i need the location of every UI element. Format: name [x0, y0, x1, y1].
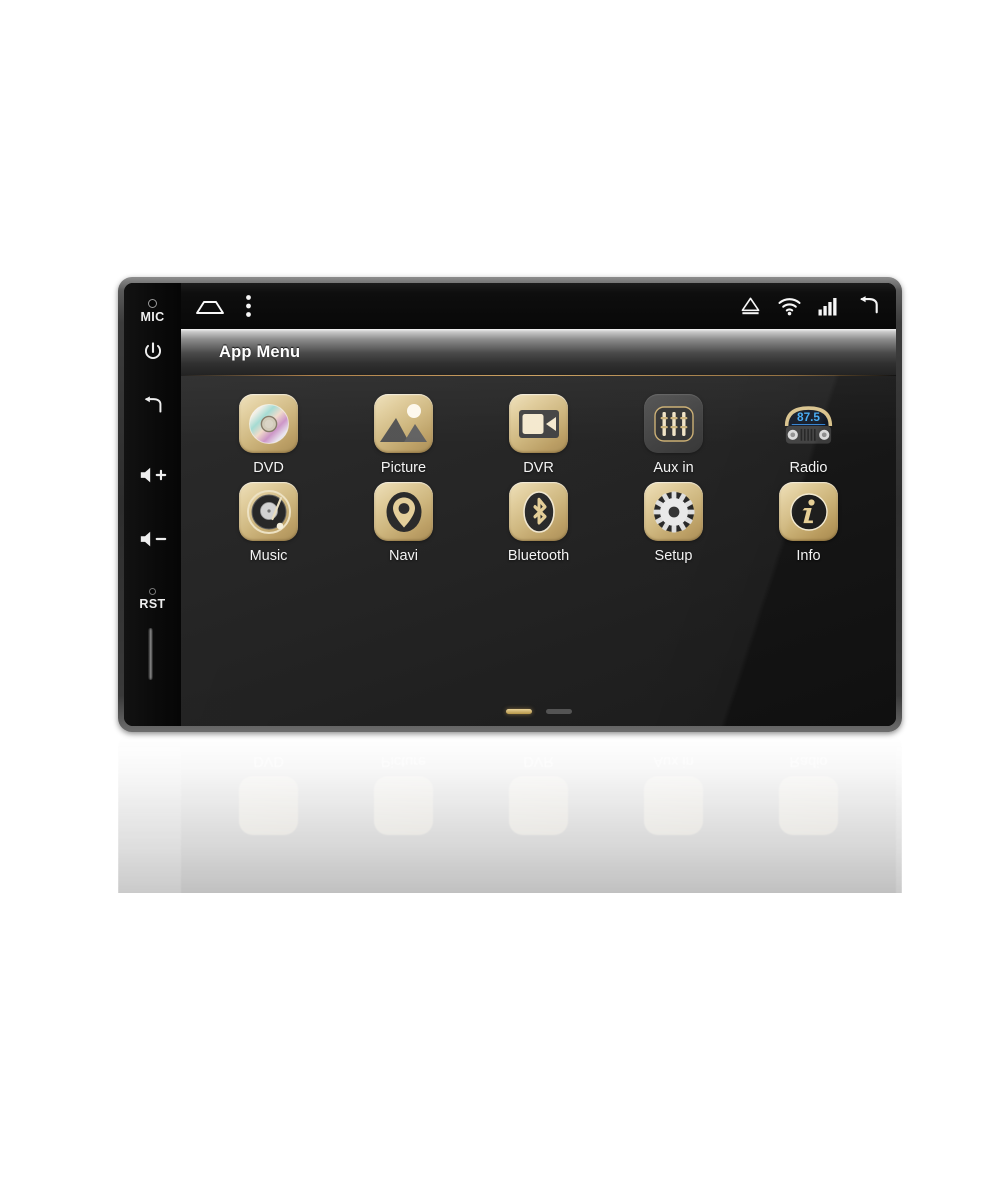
microphone-hole-icon	[148, 299, 157, 308]
app-aux-in[interactable]: Aux in	[606, 394, 741, 476]
aux-in-jack-icon	[644, 394, 703, 453]
reflection-item: DVR	[471, 753, 606, 835]
mic-label: MIC	[140, 310, 165, 324]
volume-up-icon	[140, 467, 166, 483]
page-title: App Menu	[219, 342, 301, 361]
picture-image-icon	[374, 394, 433, 453]
reflection-label: Aux in	[653, 753, 694, 769]
reflection-icon	[239, 776, 298, 835]
app-dvr[interactable]: DVR	[471, 394, 606, 476]
car-stereo-device: MIC RST App Menu DVD Picture DVR Aux in …	[118, 277, 902, 732]
reflection-icon	[779, 776, 838, 835]
device-reflection: DVD Picture DVR Aux in Radio	[118, 733, 902, 1188]
android-status-bar	[181, 283, 896, 329]
app-dvd[interactable]: DVD	[201, 394, 336, 476]
reflection-label: DVD	[253, 753, 284, 769]
app-picture[interactable]: Picture	[336, 394, 471, 476]
app-label: Aux in	[653, 460, 694, 476]
reflection-icon	[509, 776, 568, 835]
app-label: DVD	[253, 460, 284, 476]
page-indicator	[181, 709, 896, 714]
bezel-back-button[interactable]	[124, 395, 181, 417]
app-label: Music	[249, 548, 288, 564]
app-label: Info	[796, 548, 821, 564]
app-info[interactable]: Info	[741, 482, 876, 564]
music-turntable-icon	[239, 482, 298, 541]
home-icon[interactable]	[195, 297, 225, 315]
back-arrow-icon	[144, 396, 161, 413]
reflection-item: Picture	[336, 753, 471, 835]
app-navi[interactable]: Navi	[336, 482, 471, 564]
overflow-menu-icon[interactable]	[245, 294, 252, 318]
reflection-body: DVD Picture DVR Aux in Radio	[118, 733, 902, 1188]
signal-icon[interactable]	[818, 297, 838, 316]
app-label: Setup	[654, 548, 693, 564]
app-grid-area: DVD Picture DVR Aux in 87.5 Radio Music …	[181, 375, 896, 726]
volume-down-icon	[140, 531, 166, 547]
reflection-grid: DVD Picture DVR Aux in Radio	[181, 739, 896, 1039]
app-setup[interactable]: Setup	[606, 482, 741, 564]
screenshot-canvas: MIC RST App Menu DVD Picture DVR Aux in …	[0, 0, 1000, 1188]
status-bar-left-group	[195, 294, 252, 318]
reflection-label: Radio	[789, 753, 828, 769]
left-bezel-controls: MIC RST	[124, 283, 181, 726]
reflection-item: Aux in	[606, 753, 741, 835]
reset-pinhole-icon	[149, 588, 156, 595]
power-button[interactable]	[124, 341, 181, 363]
dvr-camcorder-icon	[509, 394, 568, 453]
app-menu-bar: App Menu	[181, 329, 896, 377]
mic-button[interactable]: MIC	[124, 299, 181, 324]
navi-pin-icon	[374, 482, 433, 541]
power-icon	[144, 342, 161, 359]
app-label: Picture	[380, 460, 427, 476]
device-inner-panel: MIC RST App Menu DVD Picture DVR Aux in …	[124, 283, 896, 726]
reflection-icon	[374, 776, 433, 835]
app-label: Radio	[789, 460, 828, 476]
radio-icon: 87.5	[779, 394, 838, 453]
dvd-disc-icon	[239, 394, 298, 453]
page-dot-active[interactable]	[505, 709, 532, 714]
radio-frequency-text: 87.5	[797, 410, 820, 424]
reflection-label: DVR	[523, 753, 554, 769]
volume-up-button[interactable]	[124, 465, 181, 485]
reflection-item: DVD	[201, 753, 336, 835]
reset-button[interactable]: RST	[124, 588, 181, 611]
setup-gear-icon	[644, 482, 703, 541]
info-icon	[779, 482, 838, 541]
app-music[interactable]: Music	[201, 482, 336, 564]
page-dot-inactive[interactable]	[545, 709, 572, 714]
reflection-item: Radio	[741, 753, 876, 835]
back-icon[interactable]	[855, 295, 882, 317]
reflection-icon	[644, 776, 703, 835]
app-label: Navi	[388, 548, 418, 564]
status-bar-right-group	[740, 295, 882, 317]
app-label: Bluetooth	[507, 548, 570, 564]
app-label: DVR	[523, 460, 554, 476]
app-bluetooth[interactable]: Bluetooth	[471, 482, 606, 564]
reset-label: RST	[139, 597, 166, 611]
wifi-icon[interactable]	[778, 297, 801, 316]
app-grid: DVD Picture DVR Aux in 87.5 Radio Music …	[181, 375, 896, 564]
eject-icon[interactable]	[740, 296, 761, 316]
app-radio[interactable]: 87.5 Radio	[741, 394, 876, 476]
bluetooth-icon	[509, 482, 568, 541]
volume-down-button[interactable]	[124, 529, 181, 549]
reflection-screen: DVD Picture DVR Aux in Radio	[181, 739, 896, 1182]
touch-screen: App Menu DVD Picture DVR Aux in 87.5 Rad…	[181, 283, 896, 726]
sd-card-slot-icon[interactable]	[148, 628, 153, 680]
reflection-label: Picture	[380, 753, 427, 769]
